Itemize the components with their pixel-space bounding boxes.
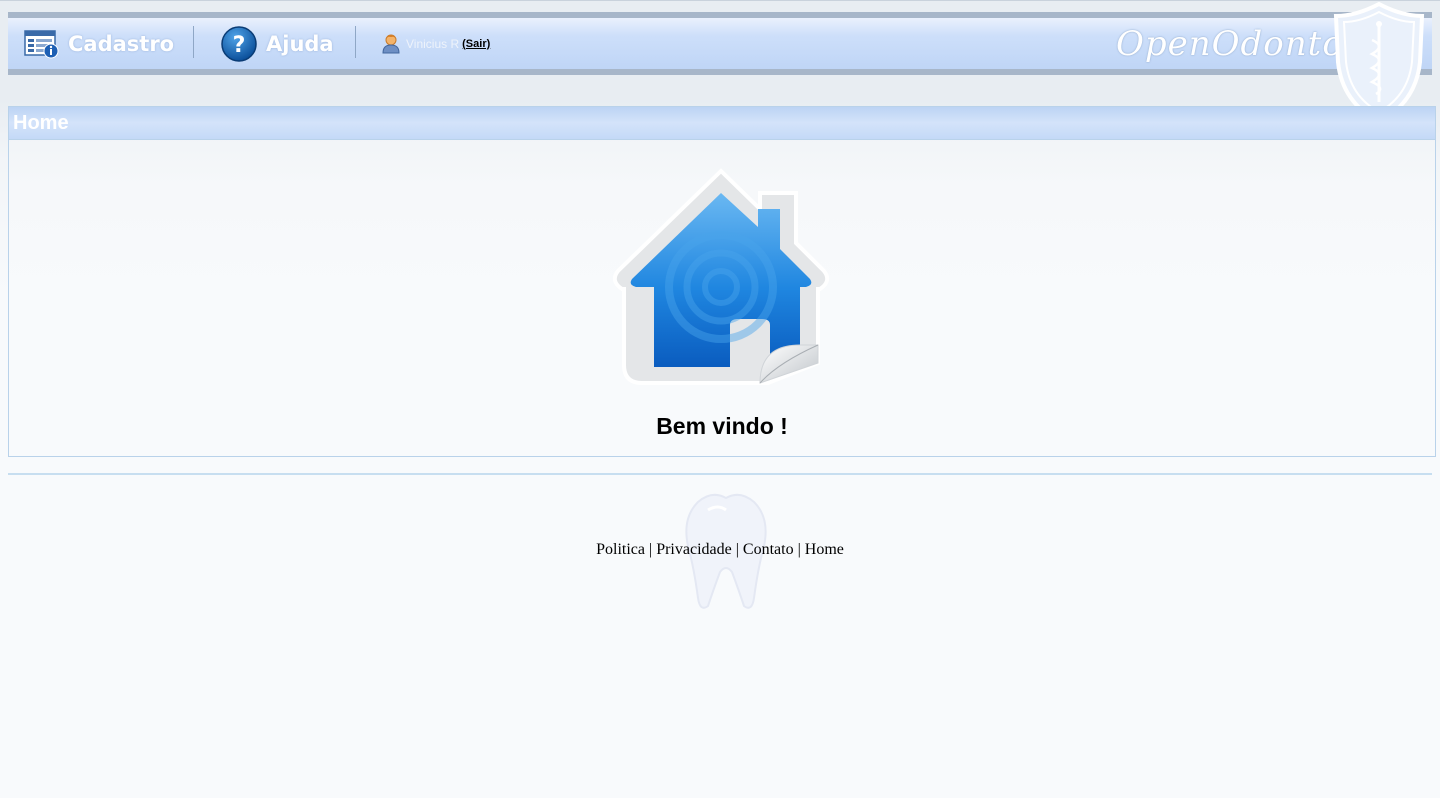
menu-ajuda[interactable]: ? Ajuda — [220, 18, 334, 69]
footer-link-politica[interactable]: Politica — [596, 541, 645, 558]
footer-link-privacidade[interactable]: Privacidade — [656, 541, 732, 558]
help-question-icon: ? — [221, 25, 257, 62]
footer-link-home[interactable]: Home — [805, 541, 844, 558]
home-house-icon — [612, 168, 830, 385]
register-form-icon — [24, 29, 59, 58]
panel-title: Home — [13, 112, 69, 134]
welcome-message: Bem vindo ! — [656, 413, 788, 439]
top-border — [0, 0, 1440, 1]
panel-header: Home — [9, 107, 1435, 140]
page: Cadastro ? Ajuda Vinicius R (Sair) OpenO… — [0, 0, 1440, 798]
svg-text:?: ? — [233, 33, 246, 58]
footer-link-contato[interactable]: Contato — [743, 541, 794, 558]
footer-separator: | — [735, 541, 739, 558]
home-panel: Home Bem vindo ! — [8, 106, 1436, 457]
footer-divider — [8, 473, 1432, 475]
menu-ajuda-label: Ajuda — [266, 31, 334, 56]
user-name: Vinicius R — [406, 36, 460, 51]
menu-cadastro[interactable]: Cadastro — [24, 18, 174, 69]
footer-links: Politica | Privacidade | Contato | Home — [0, 541, 1440, 559]
top-navigation-bar: Cadastro ? Ajuda Vinicius R (Sair) OpenO… — [8, 12, 1432, 75]
brand-text: OpenOdonto — [1116, 23, 1344, 64]
footer-separator: | — [648, 541, 653, 558]
user-info: Vinicius R (Sair) — [382, 18, 490, 69]
menu-separator — [193, 26, 194, 58]
brand-logo: OpenOdonto — [1116, 12, 1346, 75]
logout-link[interactable]: (Sair) — [462, 38, 490, 50]
footer-separator: | — [797, 541, 801, 558]
user-avatar-icon — [382, 34, 400, 53]
menu-separator — [355, 26, 356, 58]
menu-cadastro-label: Cadastro — [68, 31, 175, 56]
